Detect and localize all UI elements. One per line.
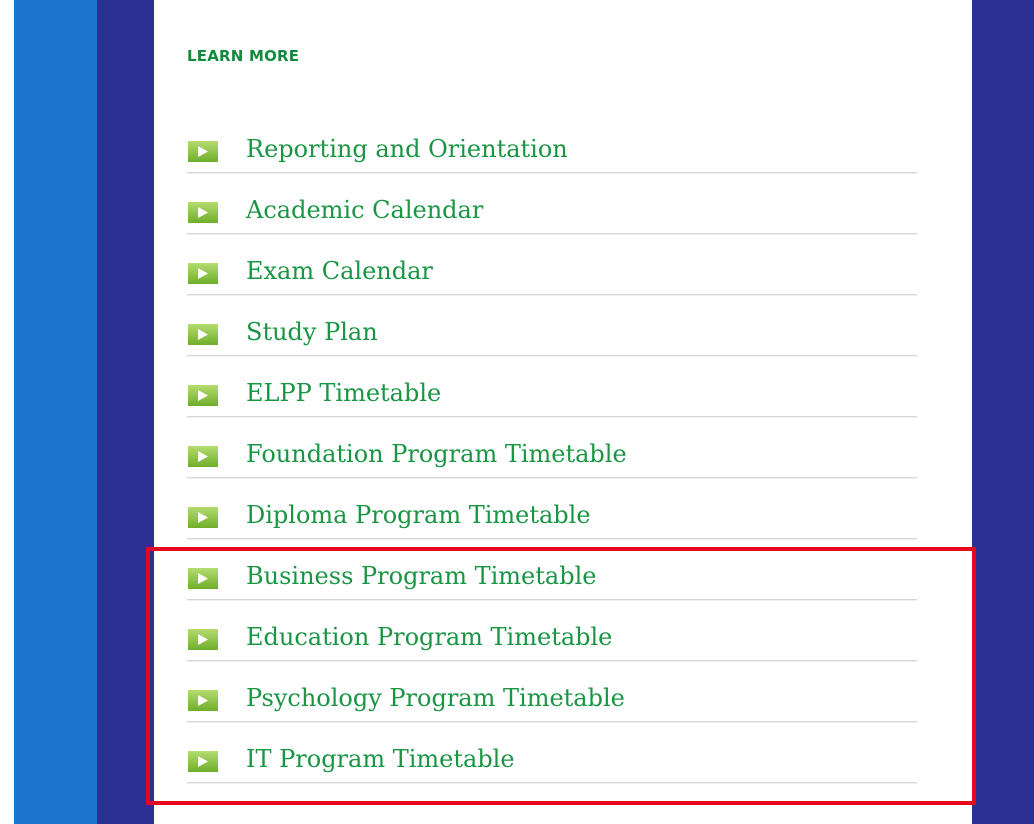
- learn-more-link[interactable]: ELPP Timetable: [187, 356, 917, 418]
- page-margin: [0, 0, 14, 824]
- background-stripe-dark: [97, 0, 154, 824]
- learn-more-link[interactable]: Reporting and Orientation: [187, 112, 917, 174]
- learn-more-link-label[interactable]: Foundation Program Timetable: [246, 439, 627, 469]
- learn-more-link[interactable]: IT Program Timetable: [187, 722, 917, 784]
- play-arrow-icon: [188, 690, 218, 711]
- learn-more-link-label[interactable]: IT Program Timetable: [246, 744, 515, 774]
- learn-more-link[interactable]: Study Plan: [187, 295, 917, 357]
- play-arrow-icon: [188, 507, 218, 528]
- learn-more-link-label[interactable]: Academic Calendar: [246, 195, 483, 225]
- learn-more-link-label[interactable]: Diploma Program Timetable: [246, 500, 591, 530]
- learn-more-link-label[interactable]: Reporting and Orientation: [246, 134, 568, 164]
- learn-more-link[interactable]: Education Program Timetable: [187, 600, 917, 662]
- play-arrow-icon: [188, 141, 218, 162]
- play-arrow-icon: [188, 202, 218, 223]
- learn-more-link[interactable]: Psychology Program Timetable: [187, 661, 917, 723]
- learn-more-link[interactable]: Academic Calendar: [187, 173, 917, 235]
- play-arrow-icon: [188, 385, 218, 406]
- play-arrow-icon: [188, 751, 218, 772]
- learn-more-link-label[interactable]: Business Program Timetable: [246, 561, 596, 591]
- learn-more-link[interactable]: Exam Calendar: [187, 234, 917, 296]
- play-arrow-icon: [188, 446, 218, 467]
- learn-more-link-label[interactable]: ELPP Timetable: [246, 378, 441, 408]
- learn-more-link-label[interactable]: Psychology Program Timetable: [246, 683, 625, 713]
- learn-more-link-list: Reporting and Orientation Academic Calend…: [187, 112, 917, 784]
- background-stripe-light: [14, 0, 97, 824]
- play-arrow-icon: [188, 324, 218, 345]
- learn-more-panel: LEARN MORE Reporting and Orientation Acad…: [154, 8, 972, 824]
- learn-more-link[interactable]: Diploma Program Timetable: [187, 478, 917, 540]
- learn-more-link[interactable]: Foundation Program Timetable: [187, 417, 917, 479]
- learn-more-link-label[interactable]: Study Plan: [246, 317, 378, 347]
- learn-more-heading: LEARN MORE: [187, 47, 300, 65]
- play-arrow-icon: [188, 568, 218, 589]
- learn-more-link[interactable]: Business Program Timetable: [187, 539, 917, 601]
- play-arrow-icon: [188, 629, 218, 650]
- learn-more-link-label[interactable]: Education Program Timetable: [246, 622, 612, 652]
- play-arrow-icon: [188, 263, 218, 284]
- learn-more-link-label[interactable]: Exam Calendar: [246, 256, 433, 286]
- background-stripe-right: [972, 0, 1034, 824]
